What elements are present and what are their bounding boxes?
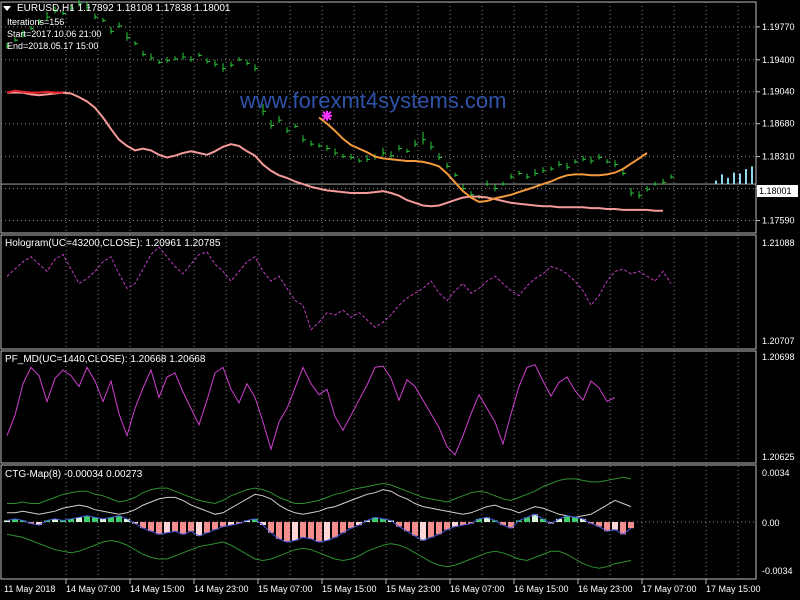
pane-frame xyxy=(0,350,757,464)
hologram-tick-bottom: 1.20707 xyxy=(762,336,795,346)
time-label: 14 May 23:00 xyxy=(194,584,249,594)
ctg-histogram-bar xyxy=(180,522,186,535)
price-axis-label: 1.19040 xyxy=(762,87,795,97)
price-axis-label: 1.18310 xyxy=(762,152,795,162)
price-axis-label: 1.18680 xyxy=(762,119,795,129)
hologram-tick-top: 1.21088 xyxy=(762,238,795,248)
time-label: 15 May 23:00 xyxy=(386,584,441,594)
ctg-histogram-bar xyxy=(612,522,618,530)
ctg-histogram-bar xyxy=(428,522,434,538)
ctg-histogram-bar xyxy=(276,522,282,539)
time-label: 17 May 07:00 xyxy=(642,584,697,594)
ctg-histogram-bar xyxy=(420,522,426,541)
ctg-histogram-bar xyxy=(324,522,330,541)
watermark-text: www.forexmt4systems.com xyxy=(240,88,507,113)
time-label: 15 May 07:00 xyxy=(258,584,313,594)
ctg-histogram-bar xyxy=(172,522,178,532)
ctg-histogram-bar xyxy=(156,522,162,535)
ctg-histogram-bar xyxy=(316,522,322,543)
time-label: 11 May 2018 xyxy=(4,584,56,594)
ctg-histogram-bar xyxy=(164,522,170,533)
time-label: 14 May 07:00 xyxy=(66,584,121,594)
ctg-histogram-bar xyxy=(84,515,90,522)
ctg-histogram-bar xyxy=(628,522,634,529)
ctg-histogram-bar xyxy=(4,520,10,522)
pf-md-indicator-label: PF_MD(UC=1440,CLOSE): 1.20668 1.20668 xyxy=(5,354,206,365)
current-price-tag: 1.18001 xyxy=(757,185,798,197)
hologram-line-dashed xyxy=(318,265,672,328)
main-chart-header: EURUSD,H1 1.17892 1.18108 1.17838 1.1800… xyxy=(17,3,231,14)
ctg-histogram-bar xyxy=(332,522,338,538)
pane-frame xyxy=(0,1,757,234)
hologram-indicator-label: Hologram(UC=43200,CLOSE): 1.20961 1.2078… xyxy=(5,238,221,249)
ctg-histogram-bar xyxy=(308,522,314,539)
ctg-histogram-bar xyxy=(188,522,194,532)
ctg-signal-line xyxy=(7,489,632,518)
symbol-menu-arrow-icon[interactable] xyxy=(3,6,11,11)
ctg-histogram-bar xyxy=(196,522,202,536)
pane-frame xyxy=(0,234,757,350)
ctg-histogram-bar xyxy=(412,522,418,536)
time-label: 16 May 23:00 xyxy=(578,584,633,594)
price-axis-label: 1.19400 xyxy=(762,55,795,65)
ctg-tick-top: 0.0034 xyxy=(762,468,790,478)
hologram-line-dashed xyxy=(6,246,320,331)
pf-md-tick-bottom: 1.20625 xyxy=(762,452,795,462)
end-label: End=2018.05.17 15:00 xyxy=(7,41,99,51)
ctg-histogram-bar xyxy=(300,522,306,538)
ctg-histogram-bar xyxy=(148,522,154,532)
ctg-histogram-bar xyxy=(204,522,210,533)
iterations-label: Iterations=156 xyxy=(7,17,65,27)
ctg-tick-bottom: -0.0034 xyxy=(762,566,793,576)
pf-md-tick-top: 1.20698 xyxy=(762,352,795,362)
start-label: Start=2017.10.06 21:00 xyxy=(7,29,102,39)
price-axis-label: 1.17590 xyxy=(762,216,795,226)
time-label: 16 May 15:00 xyxy=(514,584,569,594)
ctg-histogram-bar xyxy=(292,522,298,541)
time-label: 14 May 15:00 xyxy=(130,584,185,594)
ctg-histogram-bar xyxy=(396,522,402,527)
time-label: 15 May 15:00 xyxy=(322,584,377,594)
time-label: 16 May 07:00 xyxy=(450,584,505,594)
ctg-upper-band xyxy=(7,476,632,505)
pane-frame xyxy=(0,464,757,580)
time-label: 17 May 15:00 xyxy=(706,584,761,594)
ctg-map-indicator-label: CTG-Map(8) -0.00034 0.00273 xyxy=(5,469,143,480)
ctg-tick-zero: 0.00 xyxy=(762,518,780,528)
ctg-histogram-bar xyxy=(284,522,290,543)
price-axis-label: 1.19770 xyxy=(762,22,795,32)
ctg-histogram-bar xyxy=(436,522,442,535)
